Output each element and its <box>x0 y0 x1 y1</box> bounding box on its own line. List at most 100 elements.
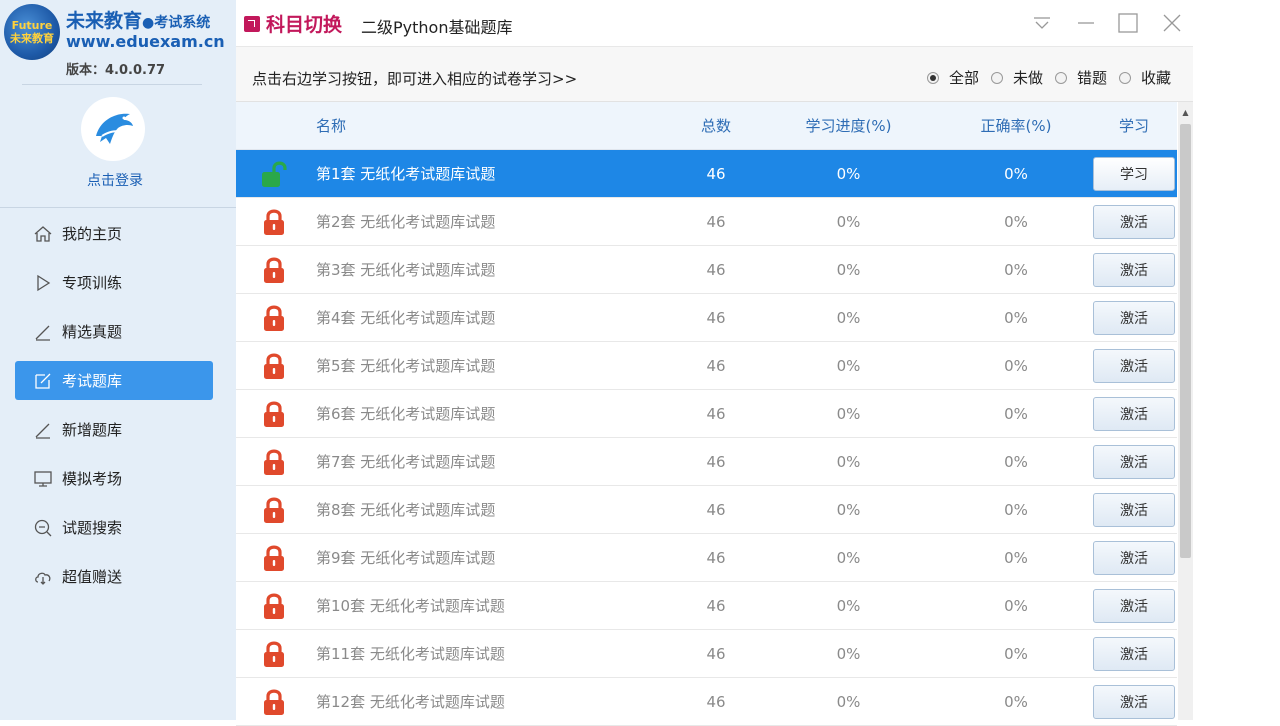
activate-button[interactable]: 激活 <box>1093 492 1175 527</box>
sidebar-item-training[interactable]: 专项训练 <box>15 263 213 302</box>
activate-button[interactable]: 激活 <box>1093 588 1175 623</box>
app-logo: Future 未来教育 <box>4 4 60 60</box>
sidebar-item-label: 精选真题 <box>62 323 123 341</box>
sidebar-item-selected-questions[interactable]: 精选真题 <box>15 312 213 351</box>
header-name: 名称 <box>316 117 347 135</box>
exam-name: 第10套 无纸化考试题库试题 <box>316 597 505 615</box>
table-header: 名称 总数 学习进度(%) 正确率(%) 学习 <box>236 102 1177 150</box>
subject-switch-button[interactable]: 科目切换 <box>244 10 342 37</box>
sidebar-item-home[interactable]: 我的主页 <box>15 214 213 253</box>
filter-favorite-radio[interactable]: 收藏 <box>1118 67 1171 88</box>
filter-wrong-radio[interactable]: 错题 <box>1054 67 1107 88</box>
radio-icon <box>1118 71 1131 84</box>
lock-icon <box>236 592 316 620</box>
scroll-up-arrow-icon[interactable]: ▲ <box>1178 106 1193 118</box>
action-cell: 激活 <box>1091 348 1177 383</box>
scroll-thumb[interactable] <box>1180 124 1191 558</box>
accuracy-rate: 0% <box>1004 500 1028 519</box>
exam-name: 第12套 无纸化考试题库试题 <box>316 693 505 711</box>
question-total: 46 <box>706 692 726 711</box>
table-row[interactable]: 第1套 无纸化考试题库试题 46 0% 0% 学习 <box>236 150 1177 198</box>
table-row[interactable]: 第4套 无纸化考试题库试题 46 0% 0% 激活 <box>236 294 1177 342</box>
version-label: 版本：4.0.0.77 <box>66 63 166 78</box>
study-progress: 0% <box>836 356 861 375</box>
play-icon <box>32 272 54 294</box>
filter-undone-radio[interactable]: 未做 <box>990 67 1043 88</box>
sidebar-item-mock-exam[interactable]: 模拟考场 <box>15 459 213 498</box>
table-row[interactable]: 第9套 无纸化考试题库试题 46 0% 0% 激活 <box>236 534 1177 582</box>
filter-all-radio[interactable]: 全部 <box>926 67 979 88</box>
sidebar-item-exam-bank[interactable]: 考试题库 <box>15 361 213 400</box>
action-cell: 激活 <box>1091 444 1177 479</box>
table-row[interactable]: 第12套 无纸化考试题库试题 46 0% 0% 激活 <box>236 678 1177 726</box>
cloud-icon <box>32 566 54 588</box>
study-progress: 0% <box>836 164 861 183</box>
avatar[interactable] <box>81 97 145 161</box>
activate-button[interactable]: 激活 <box>1093 204 1175 239</box>
activate-button[interactable]: 激活 <box>1093 252 1175 287</box>
activate-button[interactable]: 激活 <box>1093 396 1175 431</box>
activate-button[interactable]: 激活 <box>1093 684 1175 719</box>
sidebar-item-label: 超值赠送 <box>62 568 123 586</box>
accuracy-rate: 0% <box>1004 212 1028 231</box>
sidebar-item-label: 模拟考场 <box>62 470 123 488</box>
study-button[interactable]: 学习 <box>1093 156 1175 191</box>
activate-button[interactable]: 激活 <box>1093 636 1175 671</box>
table-row[interactable]: 第10套 无纸化考试题库试题 46 0% 0% 激活 <box>236 582 1177 630</box>
question-total: 46 <box>706 644 726 663</box>
question-total: 46 <box>706 260 726 279</box>
table-row[interactable]: 第2套 无纸化考试题库试题 46 0% 0% 激活 <box>236 198 1177 246</box>
sidebar-item-search[interactable]: 试题搜索 <box>15 508 213 547</box>
activate-button[interactable]: 激活 <box>1093 540 1175 575</box>
exam-name: 第8套 无纸化考试题库试题 <box>316 501 496 519</box>
minimize-icon[interactable] <box>1074 11 1098 35</box>
table-row[interactable]: 第7套 无纸化考试题库试题 46 0% 0% 激活 <box>236 438 1177 486</box>
action-cell: 激活 <box>1091 636 1177 671</box>
accuracy-rate: 0% <box>1004 260 1028 279</box>
table-row[interactable]: 第6套 无纸化考试题库试题 46 0% 0% 激活 <box>236 390 1177 438</box>
table-row[interactable]: 第5套 无纸化考试题库试题 46 0% 0% 激活 <box>236 342 1177 390</box>
sidebar-item-label: 我的主页 <box>62 225 123 243</box>
radio-icon <box>990 71 1003 84</box>
app-window: Future 未来教育 未来教育●考试系统 www.eduexam.cn 版本：… <box>0 0 1193 726</box>
action-cell: 激活 <box>1091 588 1177 623</box>
accuracy-rate: 0% <box>1004 644 1028 663</box>
close-icon[interactable] <box>1160 11 1184 35</box>
activate-button[interactable]: 激活 <box>1093 444 1175 479</box>
accuracy-rate: 0% <box>1004 164 1028 183</box>
exam-name: 第4套 无纸化考试题库试题 <box>316 309 496 327</box>
activate-button[interactable]: 激活 <box>1093 300 1175 335</box>
sidebar-item-label: 专项训练 <box>62 274 123 292</box>
lock-icon <box>236 400 316 428</box>
sidebar-item-new-bank[interactable]: 新增题库 <box>15 410 213 449</box>
maximize-icon[interactable] <box>1116 11 1140 35</box>
exam-name: 第9套 无纸化考试题库试题 <box>316 549 496 567</box>
question-total: 46 <box>706 404 726 423</box>
exam-name: 第5套 无纸化考试题库试题 <box>316 357 496 375</box>
accuracy-rate: 0% <box>1004 548 1028 567</box>
home-icon <box>32 223 54 245</box>
login-link[interactable]: 点击登录 <box>0 170 230 190</box>
brand-url: www.eduexam.cn <box>66 32 225 51</box>
header-total: 总数 <box>700 117 731 135</box>
menu-dropdown-icon[interactable] <box>1030 11 1054 35</box>
sidebar-nav: 我的主页 专项训练 精选真题 考试题库 新增题库 模拟考场 试题搜索 超值赠送 <box>15 214 213 606</box>
divider <box>22 84 202 85</box>
exam-table: 名称 总数 学习进度(%) 正确率(%) 学习 第1套 无纸化考试题库试题 46 0… <box>236 102 1177 726</box>
filter-label: 全部 <box>948 69 979 87</box>
vertical-scrollbar[interactable]: ▲ <box>1178 102 1193 720</box>
accuracy-rate: 0% <box>1004 452 1028 471</box>
edit-icon <box>32 370 54 392</box>
filter-label: 错题 <box>1076 69 1107 87</box>
exam-name: 第6套 无纸化考试题库试题 <box>316 405 496 423</box>
study-progress: 0% <box>836 404 861 423</box>
lock-icon <box>236 496 316 524</box>
table-row[interactable]: 第3套 无纸化考试题库试题 46 0% 0% 激活 <box>236 246 1177 294</box>
table-row[interactable]: 第8套 无纸化考试题库试题 46 0% 0% 激活 <box>236 486 1177 534</box>
action-cell: 激活 <box>1091 252 1177 287</box>
question-total: 46 <box>706 164 726 183</box>
table-row[interactable]: 第11套 无纸化考试题库试题 46 0% 0% 激活 <box>236 630 1177 678</box>
activate-button[interactable]: 激活 <box>1093 348 1175 383</box>
question-total: 46 <box>706 548 726 567</box>
sidebar-item-gift[interactable]: 超值赠送 <box>15 557 213 596</box>
